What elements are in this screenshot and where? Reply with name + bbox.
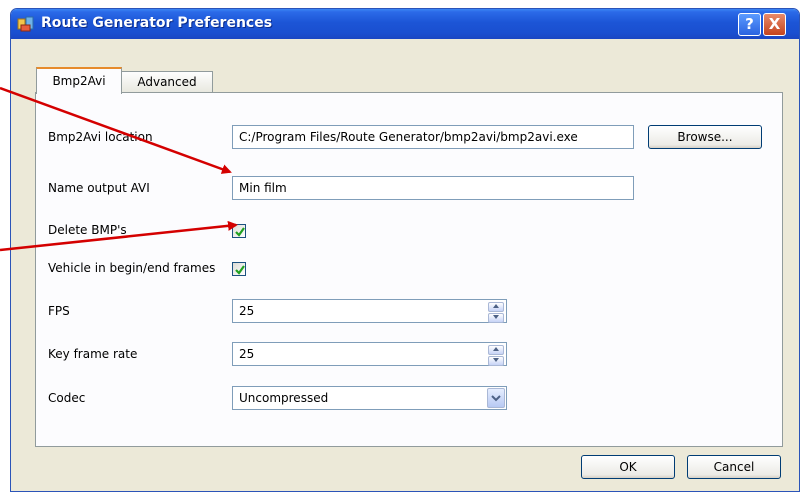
tab-panel-bmp2avi: Bmp2Avi location C:/Program Files/Route … [35, 92, 783, 447]
dropdown-arrow-icon[interactable] [487, 388, 505, 408]
window-title: Route Generator Preferences [41, 15, 273, 31]
key-frame-rate-spinbox[interactable]: 25 [232, 342, 507, 366]
vehicle-frames-label: Vehicle in begin/end frames [48, 261, 216, 275]
name-output-avi-input[interactable]: Min film [232, 176, 634, 200]
close-button[interactable]: X [763, 13, 786, 36]
fps-spin-buttons[interactable] [488, 302, 504, 323]
dialog-content: Bmp2Avi Advanced Bmp2Avi location C:/Pro… [15, 39, 795, 487]
tab-bmp2avi[interactable]: Bmp2Avi [36, 67, 122, 94]
vehicle-frames-checkbox[interactable] [232, 262, 246, 276]
spin-down-icon[interactable] [488, 356, 504, 366]
bmp2avi-location-label: Bmp2Avi location [48, 130, 153, 144]
app-icon [17, 16, 34, 32]
ok-button[interactable]: OK [581, 455, 675, 479]
spin-up-icon[interactable] [488, 345, 504, 355]
spin-up-icon[interactable] [488, 302, 504, 312]
fps-value: 25 [239, 304, 255, 318]
key-frame-rate-label: Key frame rate [48, 347, 138, 361]
key-frame-rate-value: 25 [239, 347, 255, 361]
fps-label: FPS [48, 304, 70, 318]
codec-select[interactable]: Uncompressed [232, 386, 507, 410]
browse-button[interactable]: Browse... [648, 125, 762, 149]
key-frame-rate-spin-buttons[interactable] [488, 345, 504, 366]
fps-spinbox[interactable]: 25 [232, 299, 507, 323]
help-button[interactable]: ? [738, 13, 761, 36]
codec-value: Uncompressed [239, 391, 329, 405]
spin-down-icon[interactable] [488, 313, 504, 323]
delete-bmps-checkbox[interactable] [232, 224, 246, 238]
cancel-button[interactable]: Cancel [687, 455, 781, 479]
name-output-avi-label: Name output AVI [48, 181, 150, 195]
checkmark-icon [235, 265, 245, 275]
delete-bmps-label: Delete BMP's [48, 223, 127, 237]
tab-advanced[interactable]: Advanced [121, 71, 213, 93]
checkmark-icon [235, 227, 245, 237]
codec-label: Codec [48, 391, 86, 405]
bmp2avi-location-input[interactable]: C:/Program Files/Route Generator/bmp2avi… [232, 125, 634, 149]
preferences-dialog: Route Generator Preferences ? X Bmp2Avi … [10, 8, 800, 492]
title-bar[interactable]: Route Generator Preferences ? X [11, 9, 799, 39]
